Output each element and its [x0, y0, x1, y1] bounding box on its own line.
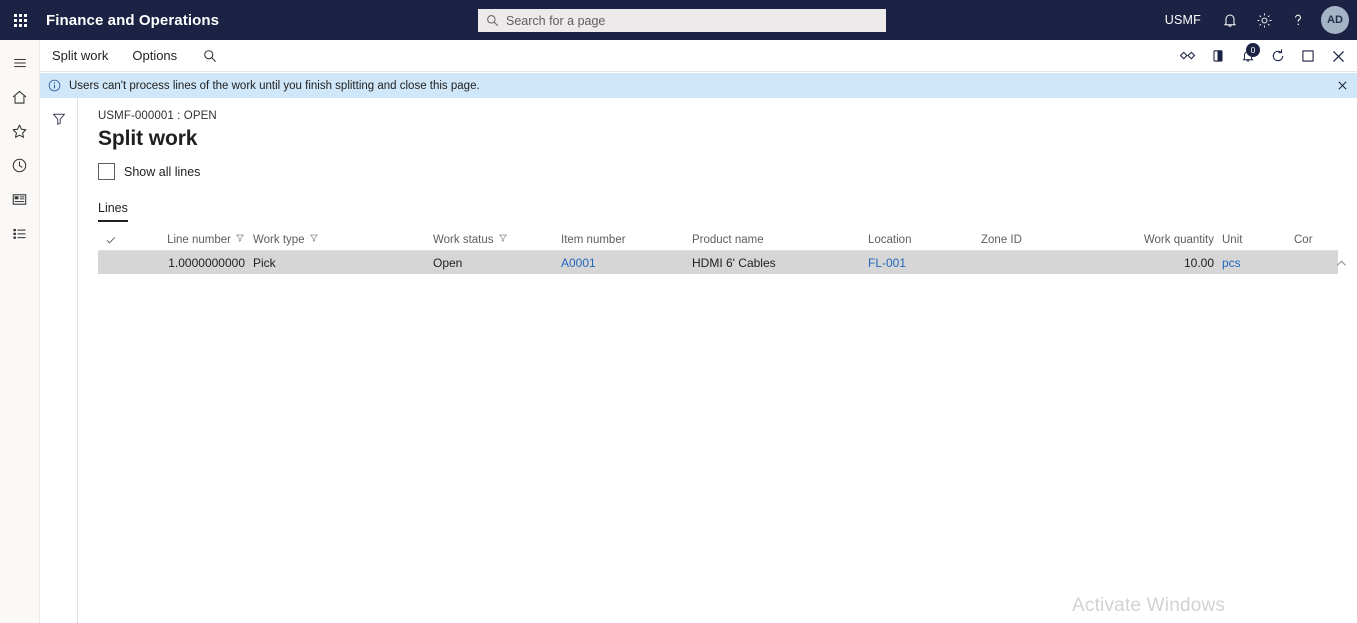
company-label[interactable]: USMF	[1153, 13, 1213, 27]
hamburger-menu-icon[interactable]	[0, 46, 40, 80]
cell-line-number[interactable]: 1.0000000000	[124, 256, 249, 270]
breadcrumb: USMF-000001 : OPEN	[98, 110, 217, 122]
grid-select-all-icon[interactable]	[98, 234, 124, 246]
search-input[interactable]	[506, 13, 878, 28]
info-icon	[48, 79, 61, 92]
bell-icon[interactable]	[1213, 0, 1247, 40]
cell-product-name[interactable]: HDMI 6' Cables	[688, 256, 864, 270]
cell-work-quantity[interactable]: 10.00	[1112, 256, 1218, 270]
clock-icon[interactable]	[0, 148, 40, 182]
filter-pane	[40, 98, 78, 623]
top-navigation-bar: Finance and Operations USMF	[0, 0, 1357, 40]
column-header-cor[interactable]: Cor	[1290, 234, 1338, 246]
gear-icon[interactable]	[1247, 0, 1281, 40]
close-icon[interactable]	[1323, 40, 1353, 72]
main-content: USMF-000001 : OPEN Split work Show all l…	[78, 98, 1357, 623]
column-header-work-type[interactable]: Work type	[249, 233, 429, 246]
modules-list-icon[interactable]	[0, 216, 40, 250]
column-header-line-number-label: Line number	[167, 233, 231, 246]
page-title: Split work	[98, 127, 198, 150]
command-bar-right-group: 0	[1173, 40, 1353, 72]
column-header-work-type-label: Work type	[253, 233, 305, 246]
open-in-new-window-icon[interactable]	[1293, 40, 1323, 72]
column-header-work-status[interactable]: Work status	[429, 233, 557, 246]
command-bar-tabs: Split work Options	[40, 40, 225, 72]
filter-icon[interactable]	[235, 233, 245, 246]
cell-item-number[interactable]: A0001	[557, 256, 688, 270]
content-tabstrip: Lines	[98, 198, 1357, 222]
filter-icon[interactable]	[309, 233, 319, 246]
message-bar: Users can't process lines of the work un…	[40, 73, 1357, 98]
column-header-work-quantity[interactable]: Work quantity	[1112, 234, 1218, 246]
cell-unit[interactable]: pcs	[1218, 256, 1290, 270]
grid-header-row: Line number Work type Work status Item n…	[98, 229, 1338, 251]
checkbox-box[interactable]	[98, 163, 115, 180]
column-header-line-number[interactable]: Line number	[124, 233, 249, 246]
avatar[interactable]: AD	[1321, 6, 1349, 34]
filter-icon[interactable]	[498, 233, 508, 246]
column-header-unit[interactable]: Unit	[1218, 234, 1290, 246]
lines-grid: Line number Work type Work status Item n…	[98, 229, 1346, 274]
chevron-up-icon[interactable]	[1332, 253, 1350, 273]
column-header-zone-id[interactable]: Zone ID	[977, 234, 1112, 246]
table-row[interactable]: 1.0000000000 Pick Open A0001 HDMI 6' Cab…	[98, 251, 1346, 274]
filter-icon[interactable]	[40, 102, 78, 136]
column-header-item-number[interactable]: Item number	[557, 234, 688, 246]
question-mark-icon[interactable]	[1281, 0, 1315, 40]
tab-options[interactable]: Options	[120, 40, 189, 72]
global-search[interactable]	[478, 9, 886, 32]
home-icon[interactable]	[0, 80, 40, 114]
notification-badge-count: 0	[1246, 43, 1260, 57]
tab-lines[interactable]: Lines	[98, 201, 128, 222]
message-bar-text: Users can't process lines of the work un…	[69, 79, 480, 92]
column-header-location[interactable]: Location	[864, 234, 977, 246]
message-bar-close-icon[interactable]	[1331, 73, 1353, 98]
show-all-lines-checkbox[interactable]: Show all lines	[98, 163, 200, 180]
left-navigation-rail	[0, 40, 40, 623]
search-icon	[486, 14, 499, 27]
cell-work-status[interactable]: Open	[429, 256, 557, 270]
star-icon[interactable]	[0, 114, 40, 148]
column-header-work-status-label: Work status	[433, 233, 494, 246]
cell-work-type[interactable]: Pick	[249, 256, 429, 270]
app-launcher-icon[interactable]	[0, 0, 40, 40]
attachments-icon[interactable]	[1203, 40, 1233, 72]
command-search-icon[interactable]	[195, 40, 225, 72]
show-all-lines-label: Show all lines	[124, 164, 201, 179]
tab-split-work[interactable]: Split work	[40, 40, 120, 72]
personalize-icon[interactable]	[1173, 40, 1203, 72]
workspace-icon[interactable]	[0, 182, 40, 216]
app-title: Finance and Operations	[46, 11, 220, 29]
column-header-product-name[interactable]: Product name	[688, 234, 864, 246]
topbar-right-group: USMF AD	[1153, 0, 1357, 40]
notifications-icon[interactable]: 0	[1233, 40, 1263, 72]
cell-location[interactable]: FL-001	[864, 256, 977, 270]
command-bar: Split work Options 0	[0, 40, 1357, 72]
refresh-icon[interactable]	[1263, 40, 1293, 72]
